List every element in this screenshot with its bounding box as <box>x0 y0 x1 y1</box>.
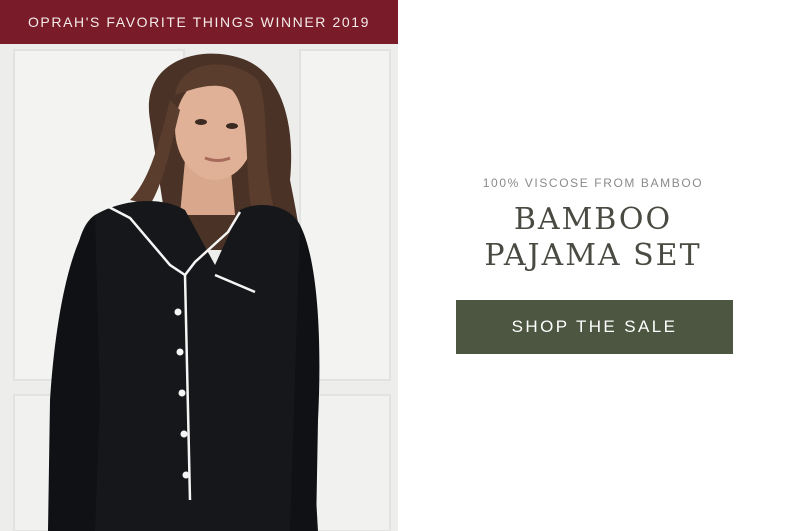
product-headline: BAMBOO PAJAMA SET <box>398 202 788 274</box>
award-ribbon: OPRAH'S FAVORITE THINGS WINNER 2019 <box>0 0 398 44</box>
product-photo[interactable]: OPRAH'S FAVORITE THINGS WINNER 2019 <box>0 0 398 531</box>
promo-content: 100% VISCOSE FROM BAMBOO BAMBOO PAJAMA S… <box>398 0 800 531</box>
headline-line-2: PAJAMA SET <box>484 238 702 273</box>
shop-the-sale-button[interactable]: SHOP THE SALE <box>456 300 733 354</box>
model-photo-illustration <box>0 0 398 531</box>
product-eyebrow: 100% VISCOSE FROM BAMBOO <box>482 176 704 190</box>
headline-line-1: BAMBOO <box>513 202 673 237</box>
promo-banner: OPRAH'S FAVORITE THINGS WINNER 2019 100%… <box>0 0 800 531</box>
